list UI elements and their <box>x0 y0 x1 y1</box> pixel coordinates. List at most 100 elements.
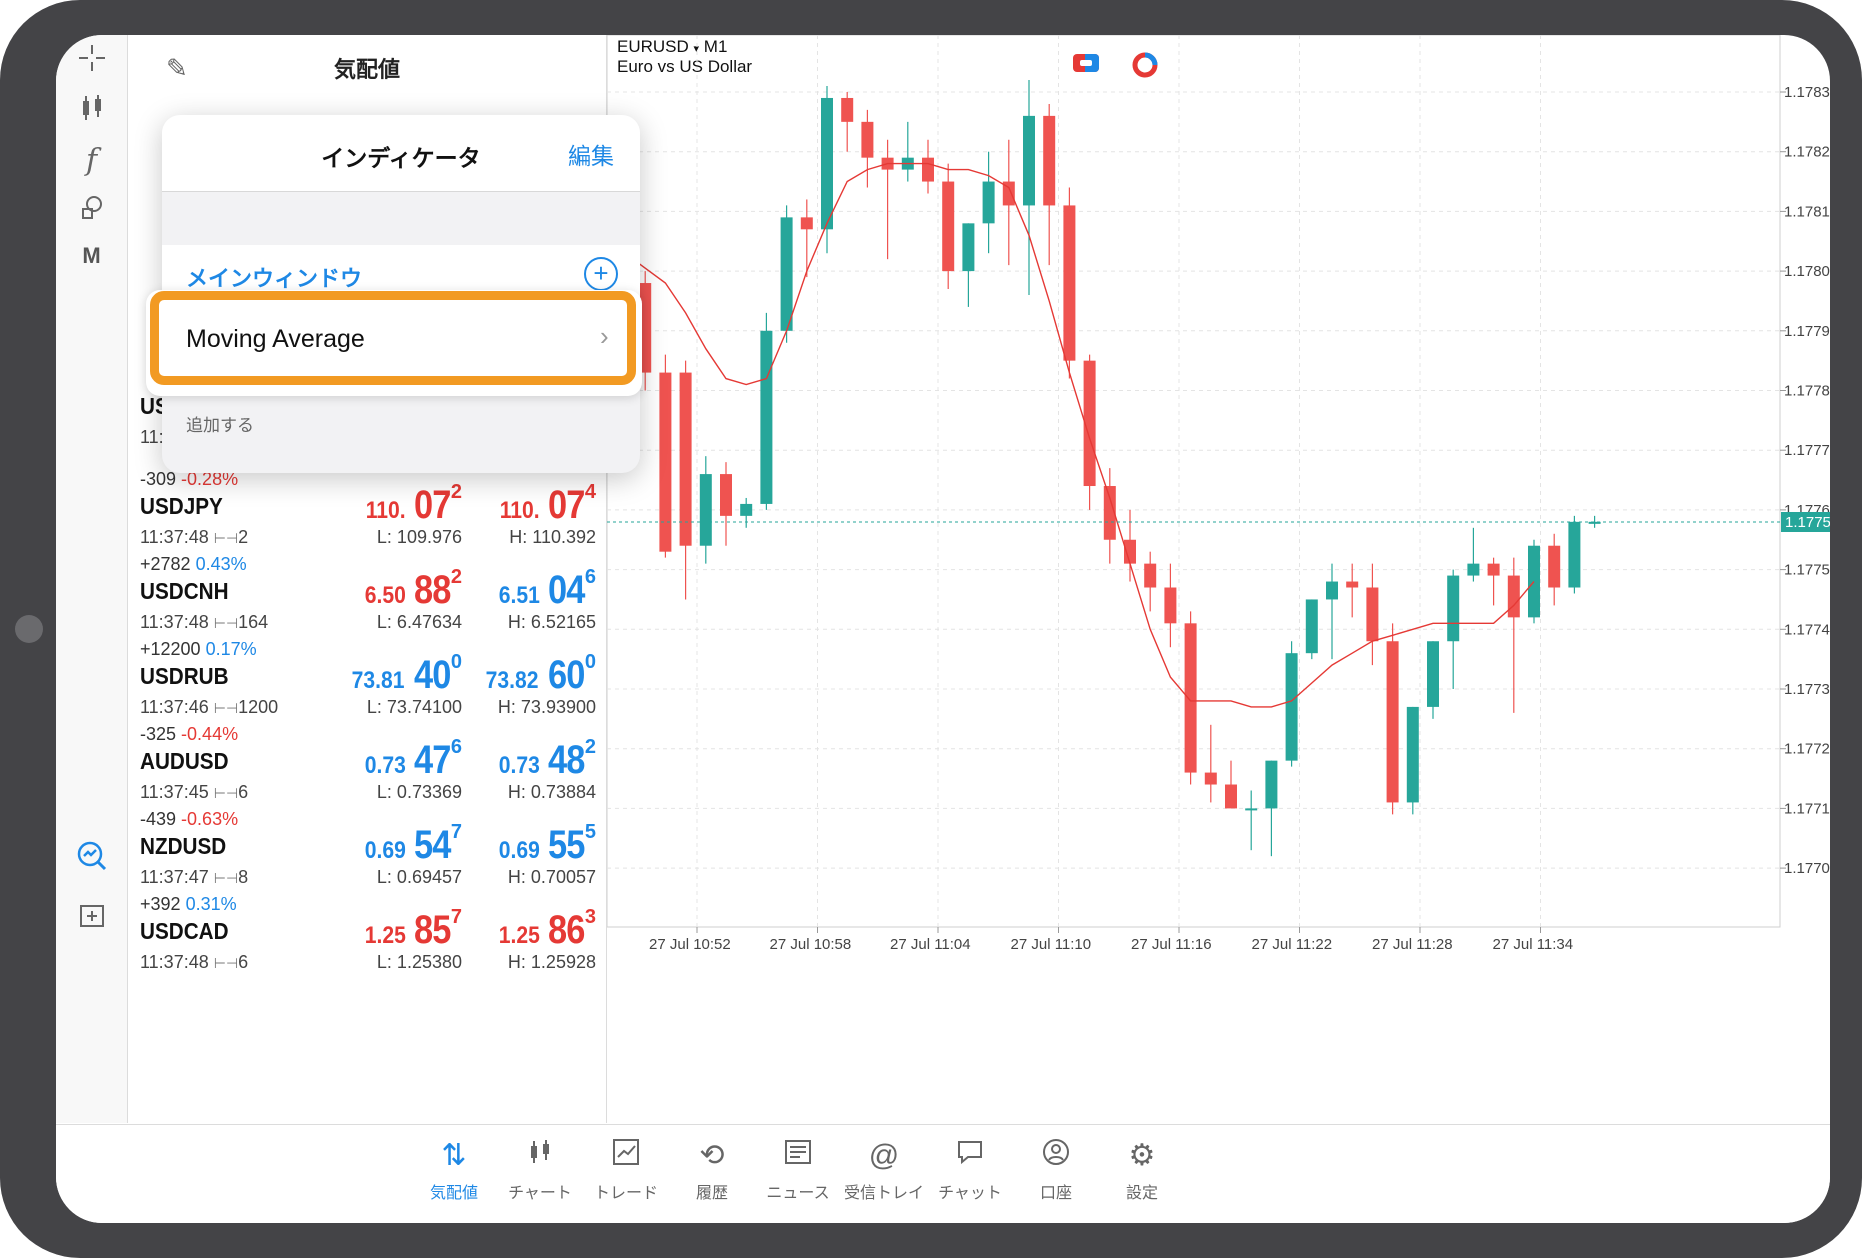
popup-header: インディケータ 編集 <box>162 115 640 192</box>
time-label: 27 Jul 10:58 <box>770 936 852 953</box>
candle-body[interactable] <box>1043 115 1056 206</box>
tab-news[interactable]: ニュース <box>748 1137 848 1203</box>
price-label: 1.17780 <box>1784 383 1830 400</box>
candle-body[interactable] <box>1386 641 1399 803</box>
tab-account[interactable]: 口座 <box>1006 1137 1106 1203</box>
candle-body[interactable] <box>861 121 874 158</box>
time-label: 27 Jul 11:04 <box>890 936 971 953</box>
ask-price[interactable]: 0.73 482 <box>496 736 596 782</box>
candle-body[interactable] <box>1406 706 1419 803</box>
tab-history[interactable]: ⟲ 履歴 <box>662 1137 762 1203</box>
bid-price[interactable]: 110. 072 <box>363 481 462 527</box>
bid-price[interactable]: 6.50 882 <box>362 566 462 612</box>
ask-price[interactable]: 1.25 863 <box>496 906 596 952</box>
ask-price[interactable]: 6.51 046 <box>496 566 596 612</box>
chart-toolbar: f M <box>56 35 128 1123</box>
section-label: メインウィンドウ <box>186 266 363 291</box>
candle-body[interactable] <box>1305 599 1318 654</box>
candle-body[interactable] <box>1427 641 1439 707</box>
ask-price[interactable]: 73.82 600 <box>482 651 596 697</box>
crosshair-icon[interactable] <box>56 43 127 81</box>
ask-price[interactable]: 110. 074 <box>497 481 596 527</box>
candle-body[interactable] <box>1366 587 1379 642</box>
candle-body[interactable] <box>699 474 712 546</box>
candle-body[interactable] <box>659 372 672 552</box>
trade-chart-icon[interactable] <box>56 840 127 880</box>
change-points: +2782 0.43% <box>140 554 247 574</box>
add-indicator-icon[interactable]: + <box>584 257 618 291</box>
candle-body[interactable] <box>1285 653 1298 761</box>
function-icon[interactable]: f <box>56 143 127 178</box>
low-price: L: 0.73369 <box>376 782 462 802</box>
candle-body[interactable] <box>780 217 793 331</box>
spread-icon: ⊢⊣ <box>213 615 239 631</box>
low-price: L: 0.69457 <box>376 867 462 887</box>
add-window-icon[interactable] <box>56 901 127 937</box>
tab-settings[interactable]: ⚙ 設定 <box>1092 1137 1192 1203</box>
timeframe-icon[interactable]: M <box>56 243 127 269</box>
candle-body[interactable] <box>740 503 753 516</box>
bid-price[interactable]: 0.73 476 <box>362 736 462 782</box>
price-label: 1.17730 <box>1784 681 1830 698</box>
candle-body[interactable] <box>841 97 854 122</box>
quote-time: 11:37:48 ⊢⊣164 <box>140 612 269 632</box>
tab-label: トレード <box>593 1185 658 1202</box>
candle-body[interactable] <box>1204 772 1217 785</box>
candle-body[interactable] <box>800 217 813 230</box>
candle-body[interactable] <box>1467 563 1480 576</box>
candle-body[interactable] <box>1225 784 1237 809</box>
candle-body[interactable] <box>720 474 732 516</box>
time-label: 27 Jul 11:28 <box>1372 936 1453 953</box>
candle-body[interactable] <box>1548 545 1561 588</box>
candle-body[interactable] <box>942 181 955 272</box>
candle-body[interactable] <box>760 330 773 504</box>
tab-chart[interactable]: チャート <box>490 1137 590 1203</box>
chevron-right-icon: › <box>600 321 609 351</box>
candle-body[interactable] <box>1346 581 1359 588</box>
candle-body[interactable] <box>982 181 995 224</box>
candle-body[interactable] <box>1063 205 1076 361</box>
account-icon <box>1006 1137 1106 1175</box>
candlestick-chart[interactable]: 1.17830 1.17820 1.17810 1.17800 1.17790 1.177… <box>607 35 1830 1123</box>
candle-body[interactable] <box>1487 563 1500 576</box>
ask-price[interactable]: 0.69 555 <box>496 821 596 867</box>
chart-area[interactable]: EURUSD ▾ M1 Euro vs US Dollar 1.178301.1… <box>607 35 1830 1123</box>
chart-icon <box>490 1137 590 1175</box>
bid-price[interactable]: 73.81 400 <box>348 651 462 697</box>
candle-body[interactable] <box>1447 575 1460 642</box>
candlestick-icon[interactable] <box>56 93 127 131</box>
edit-button[interactable]: 編集 <box>568 137 614 171</box>
candle-body[interactable] <box>922 157 934 182</box>
objects-icon[interactable] <box>56 193 127 231</box>
tab-quotes[interactable]: ⇅ 気配値 <box>404 1137 504 1203</box>
candle-body[interactable] <box>962 223 975 272</box>
low-price: L: 1.25380 <box>376 952 462 972</box>
candle-body[interactable] <box>1265 760 1278 809</box>
candle-body[interactable] <box>1326 581 1338 600</box>
candle-body[interactable] <box>1507 575 1520 618</box>
candle-body[interactable] <box>1568 521 1581 588</box>
candle-body[interactable] <box>679 372 692 546</box>
candle-body[interactable] <box>1023 115 1035 206</box>
high-price: H: 1.25928 <box>507 952 596 972</box>
quote-row[interactable]: +392 0.31% USDCAD 11:37:48 ⊢⊣6 1.25 857 1.25 8… <box>128 894 606 995</box>
tab-mailbox[interactable]: @ 受信トレイ <box>834 1137 934 1203</box>
candle-body[interactable] <box>1144 563 1157 588</box>
change-points: +392 0.31% <box>140 894 237 914</box>
trade-icon <box>576 1137 676 1175</box>
mailbox-icon: @ <box>868 1139 900 1172</box>
price-label: 1.17810 <box>1784 203 1830 220</box>
candle-body[interactable] <box>1164 587 1177 624</box>
candle-body[interactable] <box>821 97 833 230</box>
tab-trade[interactable]: トレード <box>576 1137 676 1203</box>
quote-time: 11:37:47 ⊢⊣8 <box>140 867 249 887</box>
time-label: 27 Jul 11:34 <box>1493 936 1574 953</box>
bid-price[interactable]: 1.25 857 <box>362 906 462 952</box>
quotes-title: 気配値 <box>333 57 400 82</box>
bid-price[interactable]: 0.69 547 <box>362 821 462 867</box>
candle-body[interactable] <box>1245 808 1258 811</box>
tab-chat[interactable]: チャット <box>920 1137 1020 1203</box>
symbol-name: USDJPY <box>140 493 223 519</box>
candle-body[interactable] <box>1184 623 1197 773</box>
high-price: H: 6.52165 <box>507 612 596 632</box>
